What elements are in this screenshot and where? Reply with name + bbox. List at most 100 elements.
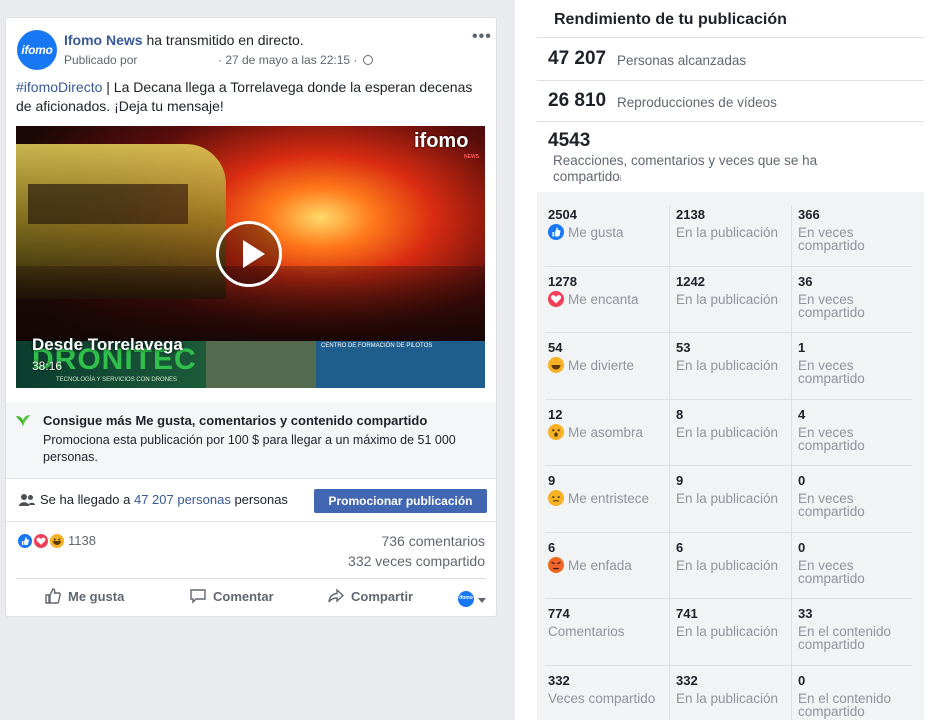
play-button-icon[interactable]	[216, 221, 282, 287]
more-options-icon[interactable]: •••	[472, 28, 492, 46]
on-post-label: En la publicación	[676, 690, 779, 706]
metric-label: Me enfada	[548, 556, 663, 573]
metric-label-text: Me entristece	[568, 491, 650, 506]
post-card: ifomo Ifomo News ha transmitido en direc…	[5, 17, 497, 617]
reach-count-link[interactable]: 47 207 personas	[134, 492, 231, 507]
metric-label-text: Me gusta	[568, 225, 624, 240]
total-value: 332	[548, 672, 570, 688]
post-as-page-avatar[interactable]: ifomo	[458, 591, 474, 607]
shared-label-line2: compartido	[798, 304, 865, 320]
metric-label: Veces compartido	[548, 690, 658, 706]
ad-tagline: TECNOLOGÍA Y SERVICIOS CON DRONES	[56, 377, 178, 383]
metric-label: Me asombra	[548, 423, 663, 440]
post-date-link[interactable]: · 27 de mayo a las 22:15 ·	[218, 53, 357, 67]
shared-label-line2: compartido	[798, 703, 865, 719]
video-player[interactable]: ifomo NEWS DRONITEC TECNOLOGÍA Y SERVICI…	[16, 126, 485, 388]
shared-label-line2: compartido	[798, 637, 865, 652]
views-number: 26 810	[548, 90, 607, 111]
comments-count-link[interactable]: 736 comentarios	[381, 533, 485, 549]
post-actions-bar: Me gusta Comentar Compartir ifomo	[16, 578, 486, 612]
total-value: 9	[548, 473, 556, 488]
total-value: 774	[548, 606, 570, 621]
on-post-label: En la publicación	[676, 424, 779, 440]
metric-label-text: Comentarios	[548, 624, 625, 639]
on-post-label: En la publicación	[676, 225, 779, 240]
chevron-down-icon[interactable]	[478, 598, 486, 603]
reach-suffix: personas	[230, 492, 288, 507]
on-post-value: 741	[676, 606, 698, 621]
hashtag-link[interactable]: #ifomoDirecto	[16, 79, 102, 95]
angry-icon	[548, 556, 564, 573]
shared-value: 0	[798, 672, 806, 688]
total-value: 54	[548, 340, 563, 355]
on-post-value: 2138	[676, 207, 705, 222]
shared-label-line1: En veces	[798, 424, 854, 440]
row-divider	[545, 664, 912, 666]
shared-value: 1	[798, 340, 806, 355]
shared-value: 0	[798, 539, 806, 555]
page-avatar[interactable]: ifomo	[17, 30, 57, 70]
video-watermark-logo: ifomo	[414, 130, 469, 152]
leaf-icon	[16, 415, 30, 428]
row-divider	[545, 531, 912, 533]
shared-label-line2: compartido	[798, 570, 865, 586]
panel-divider	[537, 37, 924, 38]
comment-button[interactable]: Comentar	[189, 587, 274, 605]
on-post-value: 9	[676, 473, 684, 488]
published-by-label: Publicado por	[64, 53, 138, 67]
shared-label-line2: compartido	[798, 371, 865, 386]
info-icon[interactable]: i	[620, 174, 628, 184]
promote-post-button[interactable]: Promocionar publicación	[314, 489, 487, 513]
on-post-value: 53	[676, 340, 691, 355]
reach-number: 47 207	[548, 48, 607, 69]
people-icon	[19, 494, 35, 506]
shared-value: 366	[798, 207, 820, 222]
shared-value: 33	[798, 606, 813, 621]
shared-value: 4	[798, 406, 806, 422]
row-divider	[545, 598, 912, 599]
reach-prefix: Se ha llegado a	[40, 492, 134, 507]
engagement-label-line1: Reacciones, comentarios y veces que se h…	[553, 153, 818, 168]
metric-label: Me divierte	[548, 357, 663, 373]
engagement-label-text: compartido	[553, 169, 620, 184]
engagement-number: 4543	[548, 130, 591, 151]
metric-label-text: Veces compartido	[548, 690, 656, 706]
shares-count-link[interactable]: 332 veces compartido	[348, 553, 485, 569]
metric-label: Comentarios	[548, 624, 658, 639]
views-label: Reproducciones de vídeos	[617, 95, 777, 110]
page-name-link[interactable]: Ifomo News	[64, 32, 143, 48]
post-action-text: ha transmitido en directo.	[142, 32, 304, 48]
row-divider	[545, 332, 912, 333]
on-post-label: En la publicación	[676, 491, 779, 506]
reactions-count: 1138	[68, 533, 96, 548]
column-divider	[791, 205, 792, 720]
total-value: 2504	[548, 207, 577, 222]
shared-label-line2: compartido	[798, 504, 865, 519]
on-post-value: 6	[676, 539, 684, 555]
haha-icon	[48, 532, 66, 550]
shared-value: 0	[798, 473, 806, 488]
reach-row: Se ha llegado a 47 207 personas personas…	[6, 478, 496, 522]
share-label: Compartir	[351, 589, 414, 604]
on-post-label: En la publicación	[676, 291, 779, 307]
metric-label-text: Me enfada	[568, 557, 632, 573]
reach-text: Se ha llegado a 47 207 personas personas	[40, 492, 288, 507]
metric-label: Me gusta	[548, 224, 663, 240]
engagement-label-line2: compartidoi	[553, 169, 628, 184]
comment-label: Comentar	[213, 589, 274, 604]
promo-box: Consigue más Me gusta, comentarios y con…	[6, 402, 496, 478]
comment-icon	[190, 589, 206, 604]
video-watermark-sub: NEWS	[464, 154, 479, 160]
panel-title: Rendimiento de tu publicación	[554, 11, 787, 28]
panel-divider	[537, 80, 924, 81]
metric-label: Me encanta	[548, 290, 663, 307]
share-button[interactable]: Compartir	[327, 587, 413, 605]
shared-label-line1: En veces	[798, 291, 854, 307]
video-location-title: Desde Torrelavega	[32, 335, 183, 354]
post-text: #ifomoDirecto | La Decana llega a Torrel…	[16, 78, 486, 116]
on-post-value: 1242	[676, 273, 705, 289]
like-button[interactable]: Me gusta	[44, 587, 124, 605]
on-post-value: 332	[676, 672, 698, 688]
shared-label-line1: En veces	[798, 557, 854, 573]
shared-label-line2: compartido	[798, 238, 865, 253]
